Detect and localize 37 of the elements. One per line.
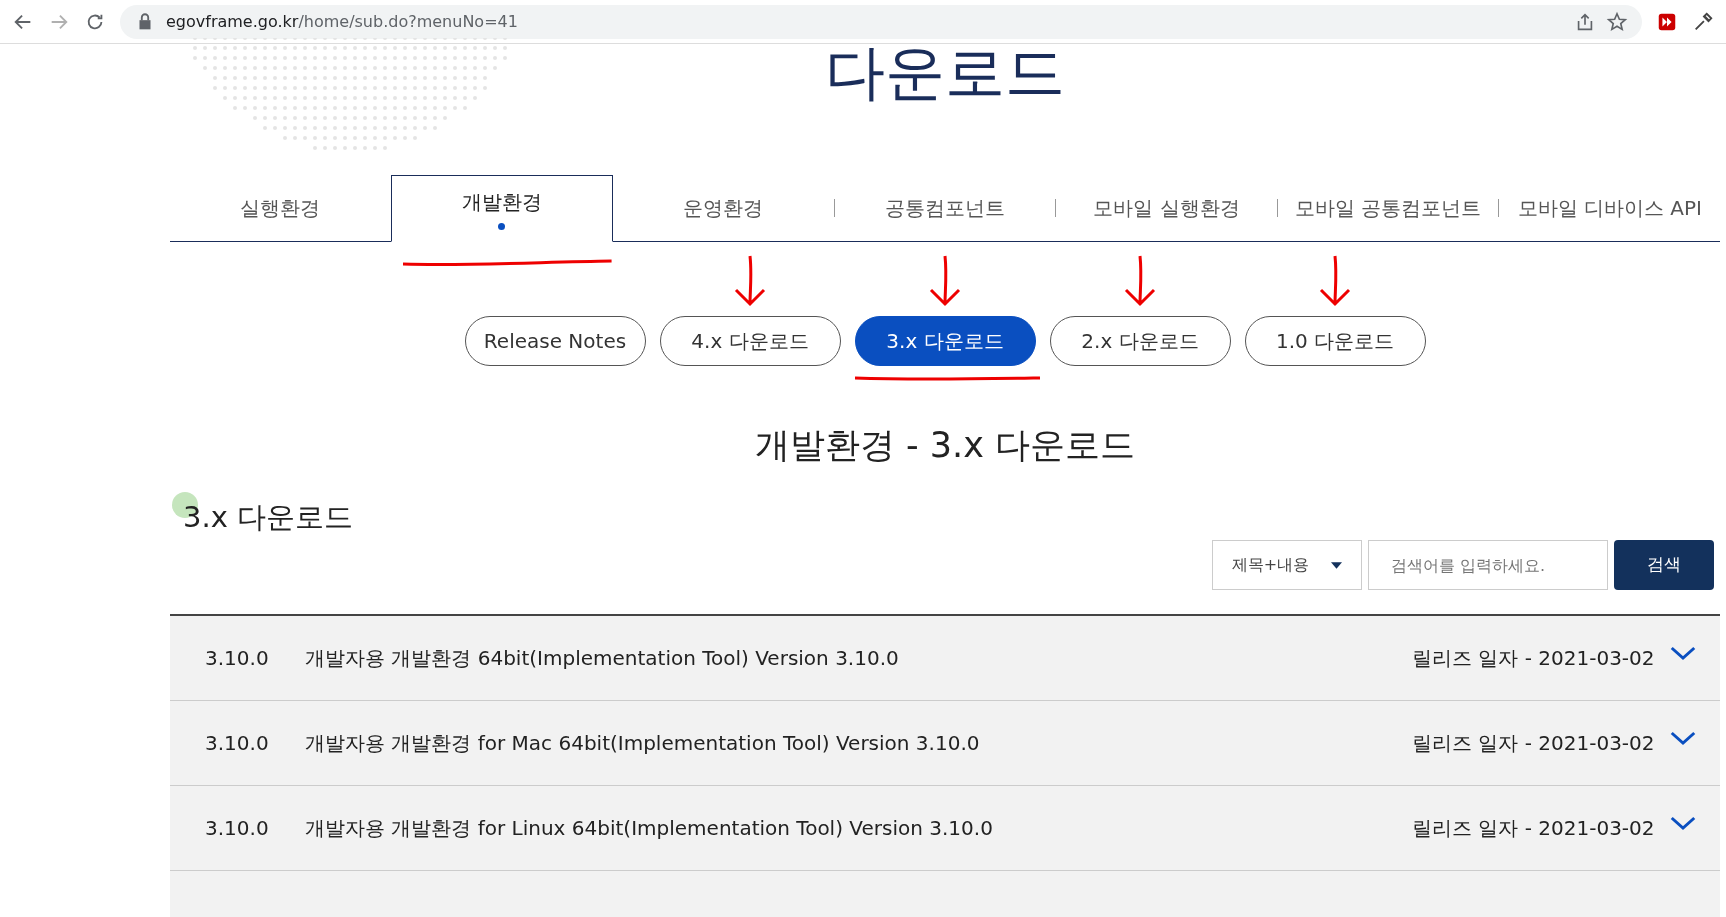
tab[interactable]: 개발환경	[390, 175, 614, 242]
version-text: 3.10.0	[204, 645, 270, 672]
version-tab[interactable]: 1.0 다운로드	[1244, 316, 1426, 366]
version-tab[interactable]: Release Notes	[464, 316, 646, 366]
star-icon[interactable]	[1606, 10, 1628, 33]
release-date: 릴리즈 일자 - 2021-03-02	[1412, 815, 1656, 842]
active-dot-icon	[498, 223, 506, 230]
release-title: 개발자용 개발환경 for Mac 64bit(Implementation Tool) Version 3.10.0	[305, 730, 981, 757]
version-tab[interactable]: 2.x 다운로드	[1049, 316, 1231, 366]
tab[interactable]: 모바일 디바이스 API	[1499, 175, 1721, 241]
tab[interactable]: 운영환경	[613, 175, 834, 241]
scope-label: 제목+내용	[1231, 554, 1310, 576]
release-date: 릴리즈 일자 - 2021-03-02	[1412, 645, 1656, 672]
release-date: 릴리즈 일자 - 2021-03-02	[1412, 730, 1656, 757]
tab[interactable]: 실행환경	[170, 175, 391, 241]
page-title: 다운로드	[825, 42, 1065, 109]
release-title: 개발자용 개발환경 64bit(Implementation Tool) Version 3.10.0	[305, 645, 900, 672]
version-text: 3.10.0	[204, 815, 270, 842]
search-scope-dropdown[interactable]: 제목+내용	[1212, 540, 1362, 590]
caret-icon	[1331, 561, 1343, 569]
version-tab[interactable]: 3.x 다운로드	[854, 316, 1036, 366]
version-text: 3.10.0	[204, 730, 270, 757]
section-heading: 개발환경 - 3.x 다운로드	[753, 424, 1137, 466]
tab[interactable]: 모바일 실행환경	[1056, 175, 1277, 241]
list-row[interactable]: 3.10.0 개발자용 개발환경 for Linux 64bit(Implementation Tool) Version 3.10.0 릴리즈 일자 - 2021-03-02	[170, 786, 1720, 871]
eyedropper-icon[interactable]	[1692, 10, 1714, 33]
section-title: 3.x 다운로드	[183, 500, 354, 535]
tab[interactable]: 모바일 공통컴포넌트	[1277, 175, 1499, 241]
list-row[interactable]: 3.10.0 개발자용 개발환경 for Mac 64bit(Implementation Tool) Version 3.10.0 릴리즈 일자 - 2021-03-02	[170, 701, 1720, 786]
url-text: egovframe.go.kr/home/sub.do?menuNo=41	[166, 10, 518, 33]
release-title: 개발자용 개발환경 for Linux 64bit(Implementation Tool) Version 3.10.0	[305, 815, 994, 842]
address-bar[interactable]: egovframe.go.kr/home/sub.do?menuNo=41	[120, 4, 1642, 39]
list-row[interactable]: 3.10.0 개발자용 개발환경 64bit(Implementation Tool) Version 3.10.0 릴리즈 일자 - 2021-03-02	[170, 616, 1720, 701]
search-button[interactable]: 검색	[1614, 540, 1714, 590]
search-field[interactable]: 검색어를 입력하세요.	[1368, 540, 1608, 590]
tab[interactable]: 공통컴포넌트	[834, 175, 1056, 241]
version-tab[interactable]: 4.x 다운로드	[659, 316, 841, 366]
